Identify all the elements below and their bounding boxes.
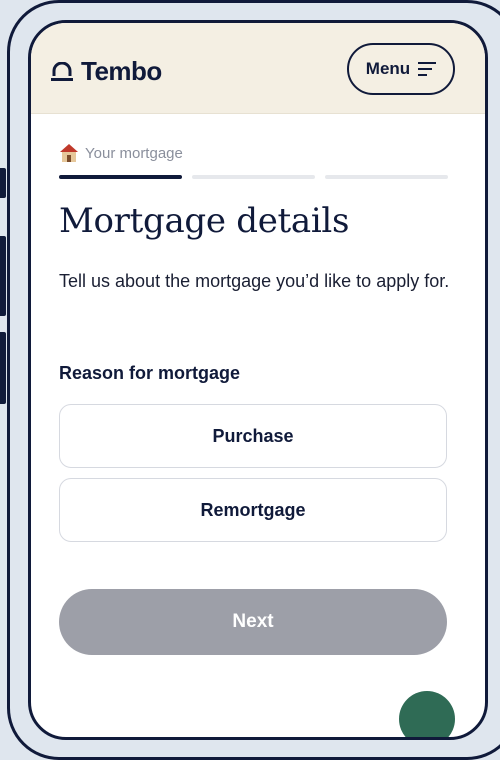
logo[interactable]: Tembo bbox=[51, 56, 162, 87]
side-button bbox=[0, 236, 6, 316]
menu-label: Menu bbox=[365, 59, 411, 78]
app-screen: Tembo Menu Your mortgage Mortgage detail… bbox=[28, 20, 488, 740]
house-icon bbox=[60, 144, 78, 162]
progress-step bbox=[59, 175, 182, 179]
next-button[interactable]: Next bbox=[59, 589, 447, 655]
option-purchase[interactable]: Purchase bbox=[59, 404, 447, 468]
side-button bbox=[0, 168, 6, 198]
hamburger-menu-icon bbox=[418, 62, 437, 76]
progress-step bbox=[192, 175, 315, 179]
tembo-logo-icon bbox=[51, 61, 73, 81]
chat-button[interactable] bbox=[399, 691, 455, 737]
step-progress bbox=[59, 175, 448, 179]
page-title: Mortgage details bbox=[59, 201, 350, 241]
menu-button[interactable]: Menu bbox=[347, 43, 455, 95]
page-intro: Tell us about the mortgage you’d like to… bbox=[59, 271, 450, 291]
logo-text: Tembo bbox=[81, 56, 162, 86]
option-remortgage[interactable]: Remortgage bbox=[59, 478, 447, 542]
header: Tembo Menu bbox=[31, 23, 485, 114]
progress-step bbox=[325, 175, 448, 179]
breadcrumb-label: Your mortgage bbox=[85, 144, 183, 162]
breadcrumb: Your mortgage bbox=[59, 143, 183, 163]
reason-label: Reason for mortgage bbox=[59, 363, 241, 383]
side-button bbox=[0, 332, 6, 404]
